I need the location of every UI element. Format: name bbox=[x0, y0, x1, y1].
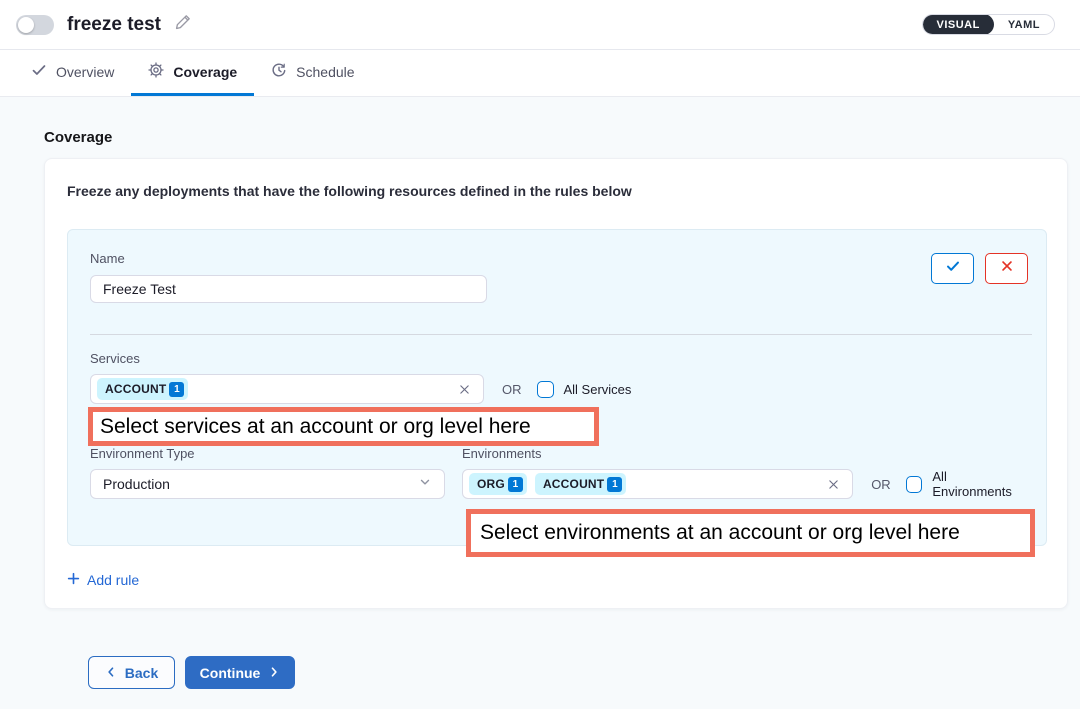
tab-coverage[interactable]: Coverage bbox=[131, 50, 254, 96]
count-badge: 1 bbox=[508, 477, 523, 492]
toggle-knob bbox=[18, 17, 34, 33]
environment-type-select[interactable]: Production bbox=[90, 469, 445, 499]
services-block: Services ACCOUNT 1 OR bbox=[90, 351, 1028, 404]
count-badge: 1 bbox=[607, 477, 622, 492]
close-icon bbox=[1000, 259, 1014, 278]
schedule-clock-icon bbox=[271, 62, 287, 81]
services-multiselect[interactable]: ACCOUNT 1 bbox=[90, 374, 484, 404]
check-icon bbox=[945, 258, 961, 279]
all-services-label: All Services bbox=[564, 382, 632, 397]
page-title: freeze test bbox=[67, 14, 161, 36]
or-separator: OR bbox=[502, 382, 522, 397]
environments-group: Environments ORG 1 ACCOUNT 1 bbox=[462, 446, 1028, 499]
continue-label: Continue bbox=[200, 665, 261, 681]
header: freeze test VISUAL YAML bbox=[0, 0, 1080, 50]
name-field-group: Name bbox=[90, 251, 487, 303]
environments-multiselect[interactable]: ORG 1 ACCOUNT 1 bbox=[462, 469, 853, 499]
continue-button[interactable]: Continue bbox=[185, 656, 295, 689]
back-label: Back bbox=[125, 665, 158, 681]
environments-tag-account[interactable]: ACCOUNT 1 bbox=[535, 473, 626, 495]
environments-annotation-callout: Select environments at an account or org… bbox=[466, 509, 1035, 557]
rule-confirm-buttons bbox=[931, 253, 1028, 284]
yaml-toggle-button[interactable]: YAML bbox=[994, 14, 1054, 35]
rule-name-input[interactable] bbox=[90, 275, 487, 303]
environment-type-value: Production bbox=[103, 476, 170, 492]
freeze-enable-toggle[interactable] bbox=[16, 15, 54, 35]
environment-type-label: Environment Type bbox=[90, 446, 445, 461]
services-row: ACCOUNT 1 OR All Services bbox=[90, 374, 1028, 404]
services-tag-account[interactable]: ACCOUNT 1 bbox=[97, 378, 188, 400]
tab-bar: Overview Coverage Schedule bbox=[0, 50, 1080, 97]
count-badge: 1 bbox=[169, 382, 184, 397]
plus-icon bbox=[67, 572, 80, 588]
environment-type-group: Environment Type Production bbox=[90, 446, 445, 499]
environments-label: Environments bbox=[462, 446, 1028, 461]
gear-icon bbox=[148, 62, 164, 81]
all-environments-checkbox-group[interactable]: All Environments bbox=[906, 469, 1028, 499]
pencil-icon bbox=[174, 13, 192, 36]
all-services-checkbox-group[interactable]: All Services bbox=[537, 381, 632, 398]
tab-label: Overview bbox=[56, 64, 114, 80]
coverage-description: Freeze any deployments that have the fol… bbox=[67, 183, 1045, 199]
tab-overview[interactable]: Overview bbox=[14, 50, 131, 96]
back-button[interactable]: Back bbox=[88, 656, 175, 689]
visual-yaml-toggle: VISUAL YAML bbox=[922, 14, 1056, 35]
visual-toggle-button[interactable]: VISUAL bbox=[923, 14, 994, 35]
check-icon bbox=[31, 62, 47, 81]
rule-divider bbox=[90, 334, 1032, 335]
tab-schedule[interactable]: Schedule bbox=[254, 50, 371, 96]
rule-top-row: Name bbox=[90, 251, 1028, 303]
add-rule-label: Add rule bbox=[87, 572, 139, 588]
all-services-checkbox[interactable] bbox=[537, 381, 554, 398]
environments-row: ORG 1 ACCOUNT 1 bbox=[462, 469, 1028, 499]
coverage-section-title: Coverage bbox=[44, 129, 1068, 146]
all-environments-label: All Environments bbox=[932, 469, 1028, 499]
tab-label: Coverage bbox=[173, 64, 237, 80]
environments-tag-org[interactable]: ORG 1 bbox=[469, 473, 527, 495]
add-rule-button[interactable]: Add rule bbox=[67, 572, 139, 588]
tab-label: Schedule bbox=[296, 64, 354, 80]
services-label: Services bbox=[90, 351, 1028, 366]
delete-rule-button[interactable] bbox=[985, 253, 1028, 284]
all-environments-checkbox[interactable] bbox=[906, 476, 923, 493]
name-label: Name bbox=[90, 251, 487, 266]
freeze-rule-card: Name bbox=[67, 229, 1047, 546]
or-separator: OR bbox=[871, 477, 891, 492]
chevron-right-icon bbox=[268, 665, 280, 681]
chevron-down-icon bbox=[418, 475, 432, 494]
services-annotation-callout: Select services at an account or org lev… bbox=[88, 407, 599, 446]
edit-title-button[interactable] bbox=[174, 13, 192, 36]
chevron-left-icon bbox=[105, 665, 117, 681]
environment-row: Environment Type Production Environments bbox=[90, 446, 1028, 499]
footer-actions: Back Continue bbox=[88, 656, 1068, 689]
clear-environments-icon[interactable] bbox=[827, 478, 840, 491]
confirm-rule-button[interactable] bbox=[931, 253, 974, 284]
clear-services-icon[interactable] bbox=[458, 383, 471, 396]
freeze-studio-page: freeze test VISUAL YAML Overview Coverag… bbox=[0, 0, 1080, 709]
